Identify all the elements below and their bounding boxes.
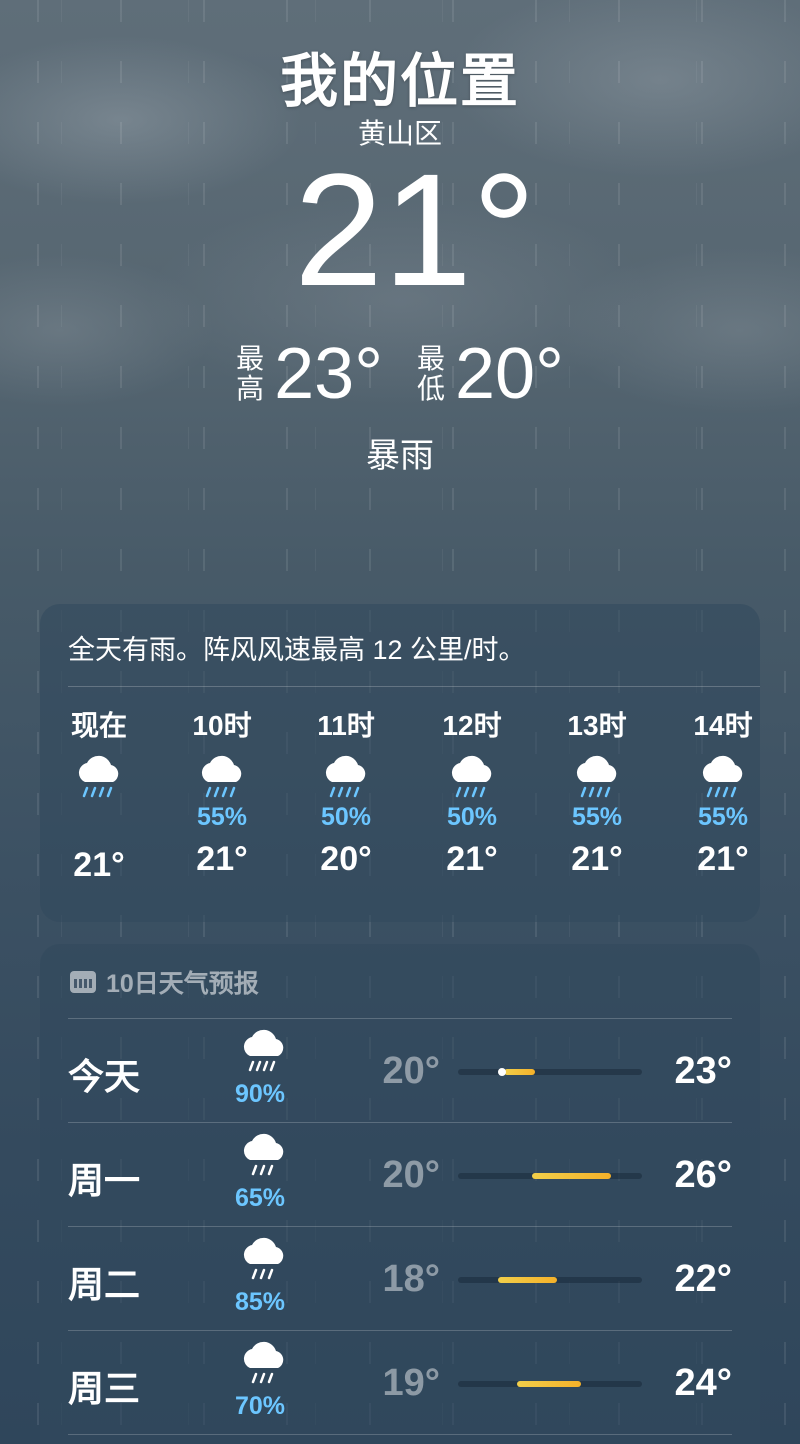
forecast-row-wed[interactable]: 周三 70% 19° 24° (40, 1332, 760, 1434)
day-low: 18° (382, 1258, 440, 1300)
cloud-rain-icon (291, 752, 401, 802)
divider (68, 1018, 732, 1019)
divider (68, 686, 760, 687)
low-label: 最 低 (417, 343, 446, 404)
hour-temp: 21° (446, 840, 498, 878)
forecast-header-label: 10日天气预报 (106, 970, 259, 998)
hour-item: 14时 55% 21° (668, 706, 778, 879)
hour-item: 12时 50% 21° (417, 706, 527, 879)
condition-text: 暴雨 (366, 437, 434, 475)
location-title: 我的位置 (279, 49, 520, 114)
cloud-rain-icon (44, 752, 154, 838)
ten-day-forecast-card[interactable]: 10日天气预报 今天 90% 20° 23° 周一 65% 20° 26° 周二 (40, 944, 760, 1444)
day-precip: 90% (234, 1080, 286, 1108)
hour-temp: 20° (320, 840, 372, 878)
day-low: 19° (382, 1362, 440, 1404)
hourly-summary: 全天有雨。阵风风速最高 12 公里/时。 (68, 635, 526, 665)
day-precip: 65% (234, 1184, 286, 1212)
hour-time: 12时 (442, 710, 502, 741)
hourly-list[interactable]: 现在 21° 10时 55% 21° 11时 50% 20° 12时 50% 2… (40, 706, 760, 906)
hour-time: 10时 (192, 710, 252, 741)
current-temperature: 21° (294, 140, 536, 319)
cloud-heavy-rain-icon (234, 1026, 298, 1072)
hour-temp: 21° (571, 840, 623, 878)
day-high: 23° (674, 1050, 732, 1092)
forecast-row-today[interactable]: 今天 90% 20° 23° (40, 1020, 760, 1122)
temp-range-fill (531, 1173, 611, 1179)
temp-range-fill (498, 1277, 558, 1283)
high-low-row: 最 高 23° 最 低 20° (0, 338, 800, 410)
hour-temp: 21° (697, 840, 749, 878)
cloud-rain-icon (167, 752, 277, 802)
hour-item: 现在 21° (44, 706, 154, 885)
hour-item: 13时 55% 21° (542, 706, 652, 879)
high-label: 最 高 (236, 343, 265, 404)
hour-precip: 55% (196, 803, 248, 831)
divider (68, 1434, 732, 1435)
hour-time: 11时 (317, 710, 375, 741)
day-name: 周二 (68, 1264, 141, 1305)
hour-time: 14时 (693, 710, 753, 741)
forecast-row-tue[interactable]: 周二 85% 18° 22° (40, 1228, 760, 1330)
forecast-header: 10日天气预报 (70, 964, 259, 1000)
cloud-rain-icon (234, 1338, 298, 1384)
calendar-icon (70, 971, 96, 993)
day-high: 22° (674, 1258, 732, 1300)
high-temp-group: 最 高 23° (236, 338, 383, 410)
cloud-rain-icon (234, 1234, 298, 1280)
day-high: 26° (674, 1154, 732, 1196)
forecast-row-mon[interactable]: 周一 65% 20° 26° (40, 1124, 760, 1226)
hour-item: 10时 55% 21° (167, 706, 277, 879)
low-temp: 20° (455, 334, 564, 414)
hour-item: 11时 50% 20° (291, 706, 401, 879)
day-name: 周一 (68, 1160, 141, 1201)
temp-range-bar (458, 1381, 642, 1387)
low-temp-group: 最 低 20° (417, 338, 564, 410)
hour-precip: 55% (697, 803, 749, 831)
temp-range-fill (516, 1381, 582, 1387)
hour-time: 13时 (567, 710, 627, 741)
high-temp: 23° (274, 334, 383, 414)
day-low: 20° (382, 1050, 440, 1092)
hour-temp: 21° (73, 846, 125, 884)
temp-range-bar (458, 1173, 642, 1179)
day-high: 24° (674, 1362, 732, 1404)
cloud-rain-icon (234, 1130, 298, 1176)
divider (68, 1330, 732, 1331)
hour-time: 现在 (70, 710, 127, 741)
hour-precip: 55% (571, 803, 623, 831)
divider (68, 1226, 732, 1227)
temp-range-fill (504, 1069, 536, 1075)
temp-range-bar (458, 1068, 642, 1076)
day-name: 今天 (68, 1056, 141, 1097)
day-precip: 70% (234, 1392, 286, 1420)
cloud-rain-icon (668, 752, 778, 802)
hour-temp: 21° (196, 840, 248, 878)
hour-precip: 50% (320, 803, 372, 831)
day-low: 20° (382, 1154, 440, 1196)
hour-precip: 50% (446, 803, 498, 831)
day-name: 周三 (68, 1368, 141, 1409)
cloud-rain-icon (542, 752, 652, 802)
divider (68, 1122, 732, 1123)
cloud-rain-icon (417, 752, 527, 802)
hourly-forecast-card[interactable]: 全天有雨。阵风风速最高 12 公里/时。 现在 21° 10时 55% 21° … (40, 604, 760, 922)
day-precip: 85% (234, 1288, 286, 1316)
temp-range-bar (458, 1277, 642, 1283)
